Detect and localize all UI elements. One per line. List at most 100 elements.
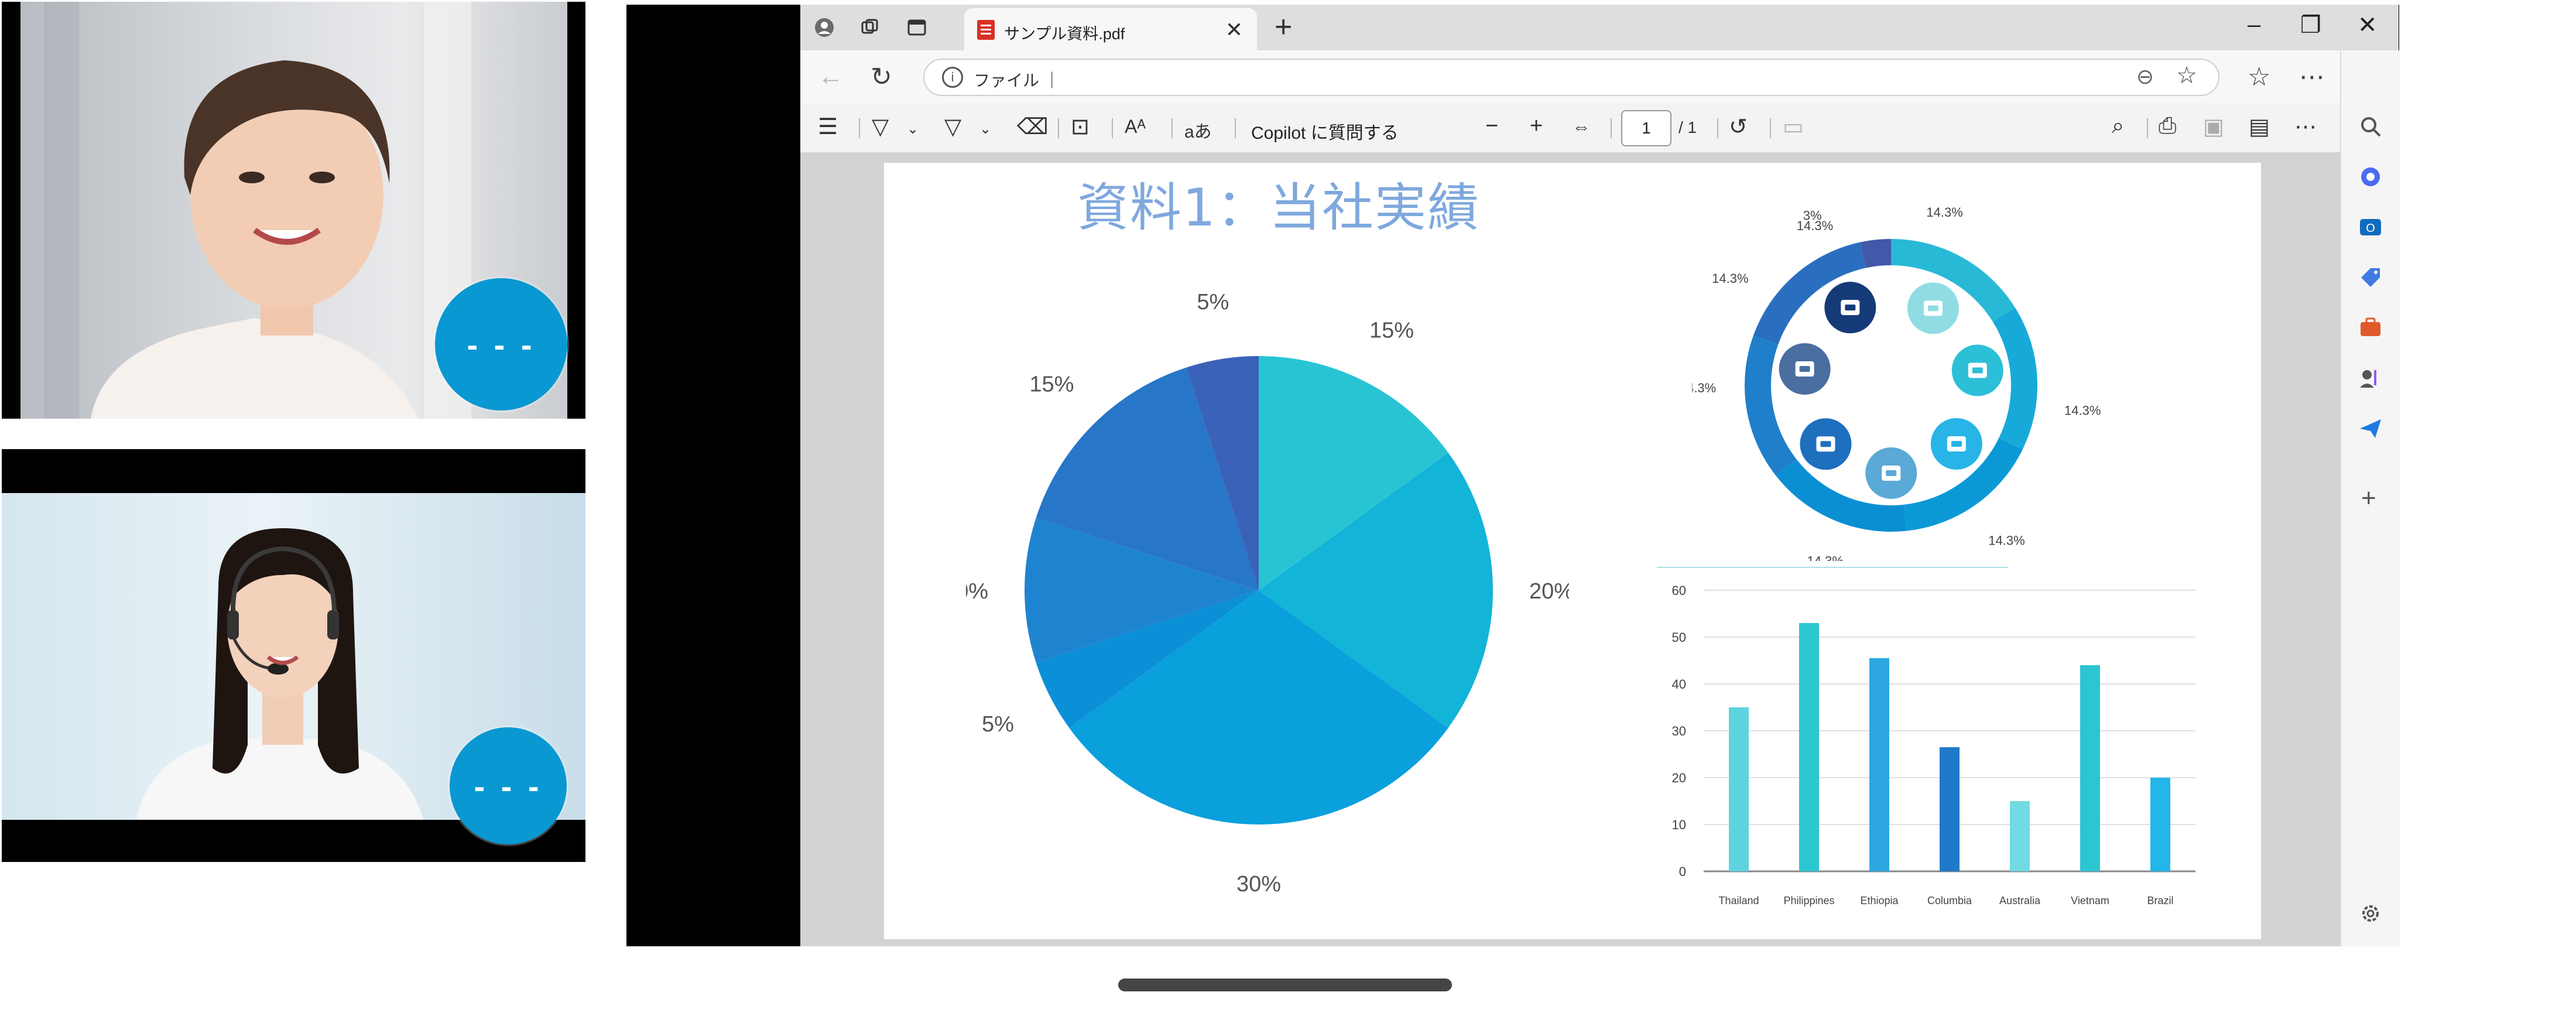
bar [1799, 623, 1819, 871]
close-window-icon[interactable]: ✕ [2358, 12, 2378, 39]
zoom-out-icon[interactable]: − [1485, 114, 1498, 139]
report-icon [1824, 282, 1876, 334]
new-tab-icon[interactable]: + [1275, 9, 1292, 45]
back-arrow-icon[interactable]: ← [818, 62, 844, 91]
eraser-icon[interactable]: ⌫ [1017, 114, 1049, 140]
pdf-page: 資料1：当社実績 15% 20% 30% 5% 10% 15% 5% 14.3% 14.3% 1… [884, 163, 2261, 939]
pie-chart: 15% 20% 30% 5% 10% 15% 5% [966, 290, 1569, 895]
pdf-file-icon [977, 20, 995, 40]
more-tools-icon[interactable]: ⋯ [2294, 114, 2317, 140]
bar [2080, 665, 2100, 871]
address-text: ファイル ｜ [974, 71, 1060, 90]
donut-segment-label: 14.3% [1692, 381, 1716, 395]
restore-icon[interactable]: ❐ [2300, 12, 2321, 39]
separator [2147, 118, 2148, 138]
x-tick-label: Ethiopia [1860, 895, 1899, 906]
page-view-icon[interactable]: ▭ [1783, 114, 1804, 140]
separator [1171, 118, 1173, 138]
briefcase-icon [1865, 447, 1917, 499]
separator [1770, 118, 1771, 138]
save-icon[interactable]: ▣ [2203, 114, 2224, 140]
video-tile-participant-1[interactable]: - - - [2, 2, 585, 419]
edge-sidebar: O + [2340, 50, 2400, 946]
draw-dropdown-icon[interactable]: ⌄ [979, 121, 991, 138]
favorites-icon[interactable]: ☆ [2248, 62, 2270, 92]
page-number-input[interactable]: 1 [1621, 110, 1671, 146]
fit-page-icon[interactable]: ⇔ [1572, 116, 1591, 138]
highlight-icon[interactable]: ▽ [872, 114, 889, 140]
bar [2010, 801, 2030, 871]
sidebar-settings-gear-icon[interactable] [2358, 901, 2383, 926]
y-tick-label: 10 [1672, 817, 1686, 832]
games-icon[interactable] [2358, 365, 2383, 391]
zoom-in-icon[interactable]: + [1530, 114, 1543, 139]
donut-segment-label: 14.3% [2064, 403, 2101, 418]
y-tick-label: 0 [1679, 864, 1686, 879]
document-icon [1951, 344, 2003, 396]
x-tick-label: Philippines [1783, 895, 1834, 906]
pie-slice-label: 15% [1369, 318, 1414, 343]
x-tick-label: Brazil [2147, 895, 2173, 906]
bar [1729, 707, 1749, 871]
bar [1940, 747, 1960, 871]
text-box-icon[interactable]: ⊡ [1071, 114, 1090, 140]
contents-list-icon[interactable]: ☰ [818, 114, 838, 140]
ask-copilot-button[interactable]: Copilot に質問する [1251, 118, 1399, 144]
archive-icon [1779, 343, 1831, 395]
outlook-icon[interactable]: O [2358, 214, 2383, 240]
highlight-dropdown-icon[interactable]: ⌄ [907, 121, 919, 138]
pie-slice-label: 30% [1236, 872, 1281, 895]
add-sidebar-icon[interactable]: + [2361, 484, 2376, 513]
y-tick-label: 20 [1672, 771, 1686, 785]
minimize-icon[interactable]: – [2248, 12, 2260, 38]
svg-text:O: O [2366, 222, 2375, 235]
y-tick-label: 40 [1672, 677, 1686, 692]
tools-briefcase-icon[interactable] [2358, 315, 2383, 341]
donut-chart: 14.3%14.3%14.3%14.3%14.3%14.3%3%14.3% [1692, 205, 2101, 561]
info-icon[interactable]: i [942, 67, 963, 88]
participant-1-more-button[interactable]: - - - [435, 278, 567, 410]
search-icon[interactable]: ⌕ [2112, 114, 2124, 139]
translate-icon[interactable]: aあ [1184, 117, 1212, 143]
x-tick-label: Vietnam [2071, 895, 2109, 906]
print-icon[interactable]: ⎙ [2159, 114, 2176, 139]
video-tile-participant-2[interactable]: - - - [2, 449, 585, 862]
x-tick-label: Columbia [1927, 895, 1972, 906]
copilot-assist-icon[interactable] [2358, 164, 2383, 190]
separator [1717, 118, 1718, 138]
x-tick-label: Thailand [1718, 895, 1759, 906]
save-as-icon[interactable]: ▤ [2249, 114, 2270, 140]
search-icon[interactable] [2358, 114, 2383, 139]
close-tab-icon[interactable]: ✕ [1225, 18, 1243, 42]
tab-title: サンプル資料.pdf [1004, 25, 1125, 43]
more-options-icon: - - - [474, 767, 543, 805]
vertical-tabs-icon[interactable] [907, 18, 927, 37]
settings-more-icon[interactable]: ⋯ [2299, 62, 2325, 92]
address-bar[interactable]: i ファイル ｜ ⊖ ☆ [923, 59, 2219, 96]
separator [1112, 118, 1113, 138]
more-options-icon: - - - [467, 326, 536, 363]
separator [1235, 118, 1236, 138]
rotate-icon[interactable]: ↺ [1729, 114, 1748, 140]
mail-icon [1800, 418, 1852, 470]
tab-bar: サンプル資料.pdf ✕ + – ❐ ✕ [800, 5, 2399, 50]
x-tick-label: Australia [1999, 895, 2041, 906]
y-tick-label: 50 [1672, 630, 1686, 645]
donut-segment-label: 14.3% [1712, 271, 1748, 286]
draw-icon[interactable]: ▽ [944, 114, 961, 140]
pie-slice-label: 5% [1197, 290, 1229, 314]
refresh-icon[interactable]: ↻ [871, 62, 892, 92]
bar [1869, 658, 1889, 871]
home-indicator[interactable] [1118, 978, 1452, 991]
separator [1058, 118, 1059, 138]
pdf-viewer[interactable]: 資料1：当社実績 15% 20% 30% 5% 10% 15% 5% 14.3% 14.3% 1… [800, 152, 2340, 946]
zoom-icon[interactable]: ⊖ [2136, 64, 2154, 89]
tab-sample-pdf[interactable]: サンプル資料.pdf ✕ [964, 8, 1257, 50]
read-aloud-icon[interactable]: Aᴬ [1125, 116, 1146, 138]
profile-icon[interactable] [814, 18, 834, 37]
participant-2-more-button[interactable]: - - - [450, 727, 567, 844]
favorite-star-icon[interactable]: ☆ [2176, 62, 2197, 89]
shopping-tag-icon[interactable] [2358, 265, 2383, 290]
workspaces-icon[interactable] [860, 18, 880, 37]
send-plane-icon[interactable] [2358, 416, 2383, 442]
